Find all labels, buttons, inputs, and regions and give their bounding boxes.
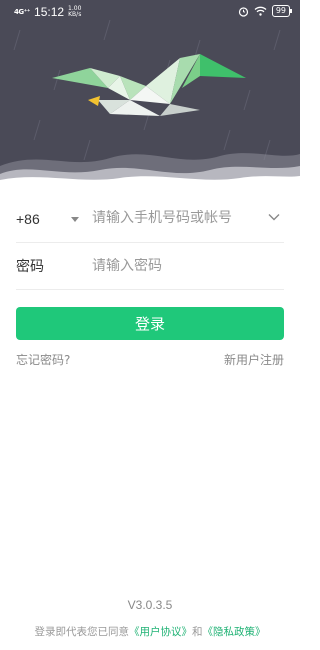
alarm-icon <box>238 6 248 17</box>
agreement-text: 登录即代表您已同意《用户协议》和《隐私政策》 <box>0 624 300 639</box>
network-speed: 1.00 KB/s <box>68 5 82 18</box>
wave-decoration <box>0 153 300 188</box>
agreement-prefix: 登录即代表您已同意 <box>34 626 130 638</box>
auth-links: 忘记密码? 新用户注册 <box>16 351 284 368</box>
password-input[interactable] <box>92 258 272 274</box>
phone-row: +86 <box>16 196 284 243</box>
signal-indicator: 4G⁺⁺ <box>14 7 31 16</box>
register-link[interactable]: 新用户注册 <box>224 351 284 368</box>
wifi-icon <box>254 6 267 16</box>
app-version: V3.0.3.5 <box>127 598 173 612</box>
battery-indicator: 99 <box>271 5 293 17</box>
privacy-policy-link[interactable]: 《隐私政策》 <box>203 626 266 638</box>
user-agreement-link[interactable]: 《用户协议》 <box>129 626 192 638</box>
password-row: 密码 <box>16 243 284 290</box>
login-button[interactable]: 登录 <box>16 307 284 340</box>
country-code-caret-icon[interactable] <box>71 217 79 222</box>
agreement-and: 和 <box>192 626 203 638</box>
account-dropdown-icon[interactable] <box>268 213 280 221</box>
password-label: 密码 <box>16 259 44 275</box>
hero-banner: 4G⁺⁺ 15:12 1.00 KB/s 99 <box>0 0 300 188</box>
status-time: 15:12 <box>34 5 65 19</box>
status-bar: 4G⁺⁺ 15:12 1.00 KB/s 99 <box>0 0 300 24</box>
forgot-password-link[interactable]: 忘记密码? <box>16 351 70 368</box>
seagull-logo-icon <box>52 54 246 116</box>
country-code-selector[interactable]: +86 <box>16 211 60 227</box>
phone-input[interactable] <box>92 210 262 226</box>
login-form: +86 密码 <box>16 196 284 290</box>
